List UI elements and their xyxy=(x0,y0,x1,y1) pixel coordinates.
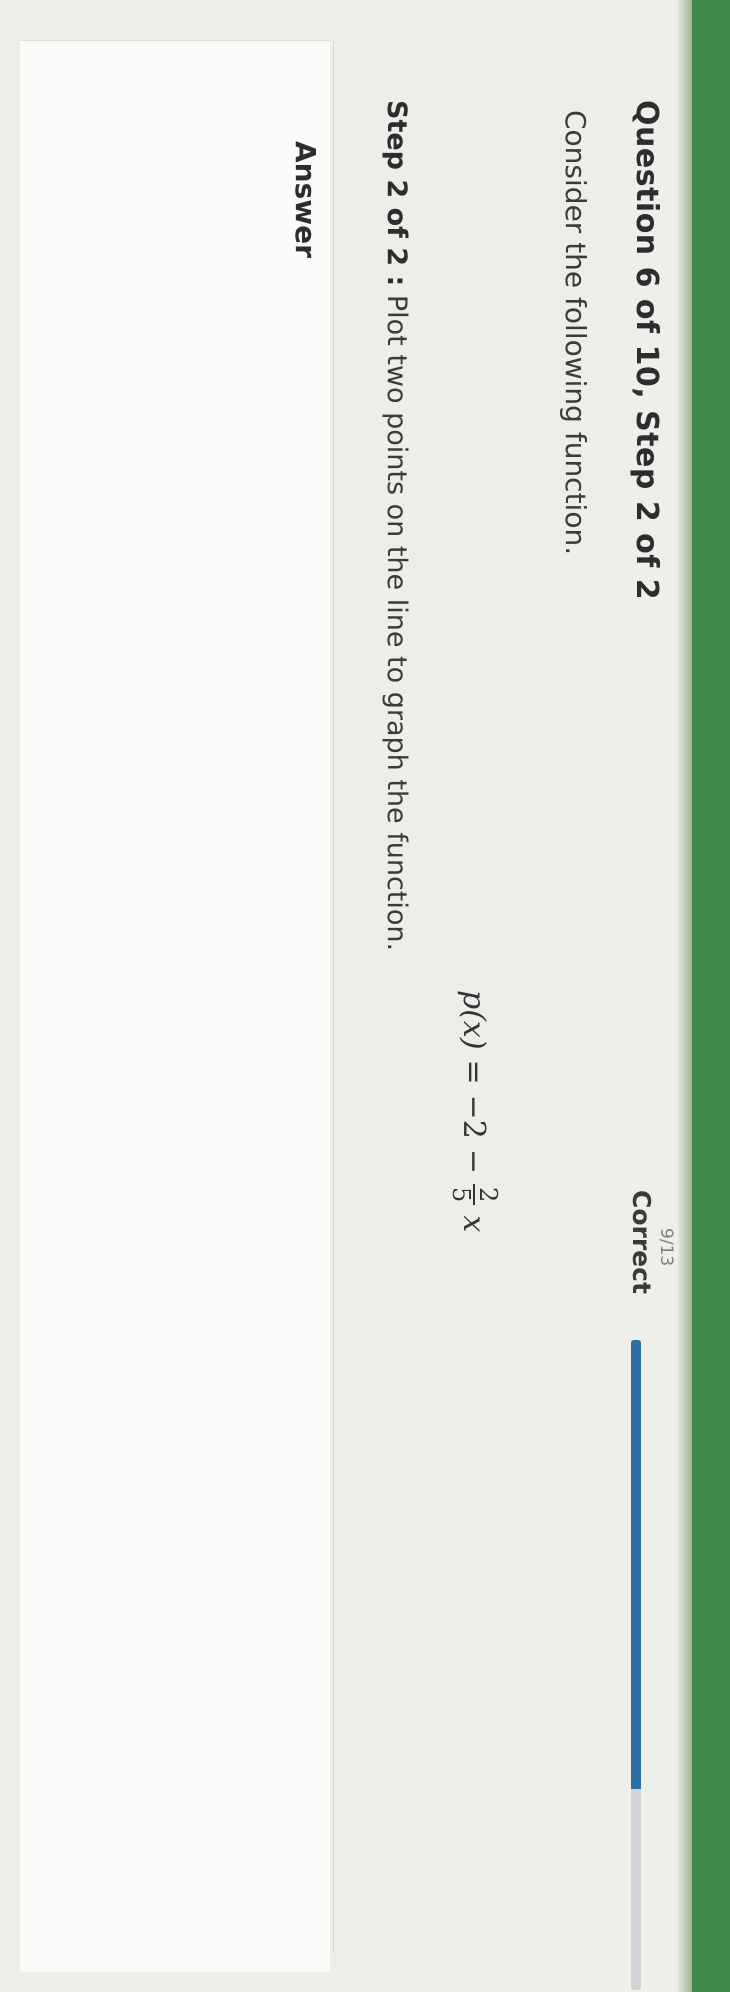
formula-variable: x xyxy=(456,1215,492,1233)
fraction-denominator: 5 xyxy=(446,1187,475,1203)
formula-constant: −2 xyxy=(456,1094,492,1139)
score-status: Correct xyxy=(627,1190,656,1294)
step-label: Step 2 of 2 : xyxy=(381,100,412,287)
fraction-numerator: 2 xyxy=(472,1184,502,1206)
progress-bar xyxy=(631,1340,641,1990)
section-divider xyxy=(333,40,334,1952)
formula-minus: − xyxy=(456,1148,492,1175)
top-green-band xyxy=(692,0,730,1992)
step-instruction: Step 2 of 2 : Plot two points on the lin… xyxy=(381,100,412,951)
formula-equals: = xyxy=(456,1059,492,1085)
answer-panel[interactable]: Answer xyxy=(20,40,330,1972)
question-title: Question 6 of 10, Step 2 of 2 xyxy=(629,100,664,601)
function-formula: p(x) = −2 − 2 5 x xyxy=(446,990,502,1233)
screen: Question 6 of 10, Step 2 of 2 9/13 Corre… xyxy=(0,0,730,1992)
progress-fill xyxy=(631,1340,641,1789)
step-text: Plot two points on the line to graph the… xyxy=(381,294,412,952)
green-band-edge xyxy=(678,0,692,1992)
formula-lhs: p(x) xyxy=(456,990,492,1050)
answer-label: Answer xyxy=(289,141,322,258)
formula-fraction: 2 5 xyxy=(446,1184,502,1206)
problem-prompt: Consider the following function. xyxy=(559,110,592,556)
score-count: 9/13 xyxy=(656,1228,676,1267)
